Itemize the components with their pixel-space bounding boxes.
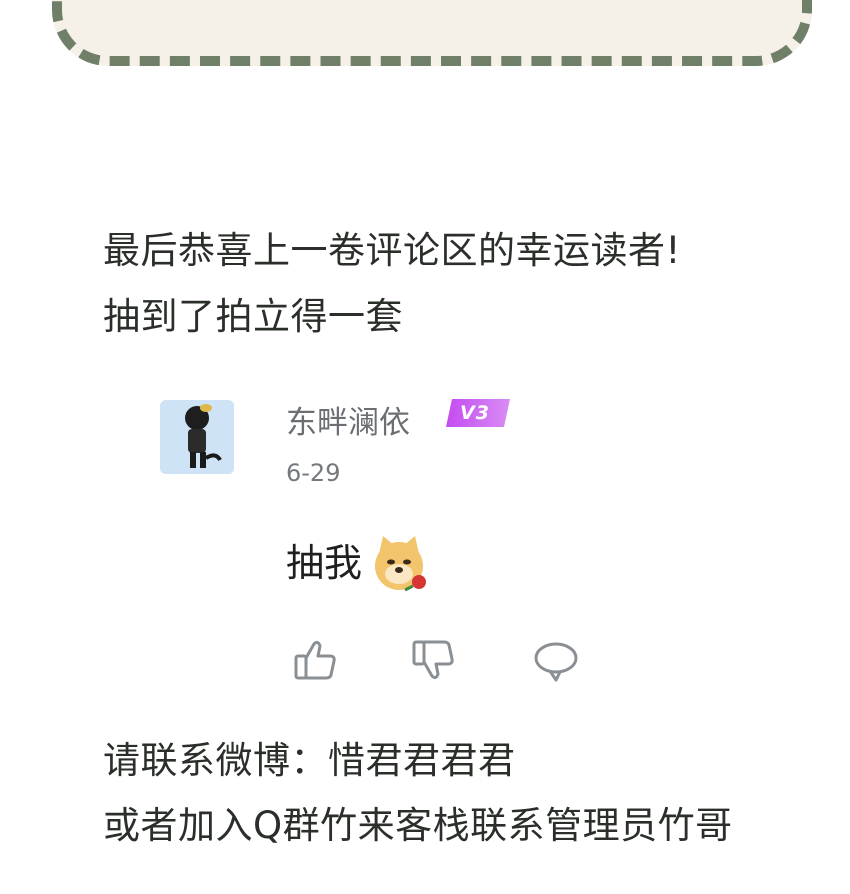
username[interactable]: 东畔澜依 xyxy=(286,397,410,442)
avatar[interactable] xyxy=(160,400,234,474)
comment-card: 东畔澜依 V3 6-29 抽我 xyxy=(0,0,850,700)
announcement-line-3: 请联系微博：惜君君君君 xyxy=(103,739,516,782)
thumbs-down-icon[interactable] xyxy=(412,636,460,684)
thumbs-up-icon[interactable] xyxy=(292,636,340,684)
comment-bubble-icon[interactable] xyxy=(532,636,580,684)
comment-text: 抽我 xyxy=(286,541,363,585)
doge-rose-emoji xyxy=(373,536,431,594)
level-badge-text: V3 xyxy=(460,402,490,424)
announcement-line-4: 或者加入Q群竹来客栈联系管理员竹哥 xyxy=(103,804,733,847)
comment-date: 6-29 xyxy=(286,459,341,487)
